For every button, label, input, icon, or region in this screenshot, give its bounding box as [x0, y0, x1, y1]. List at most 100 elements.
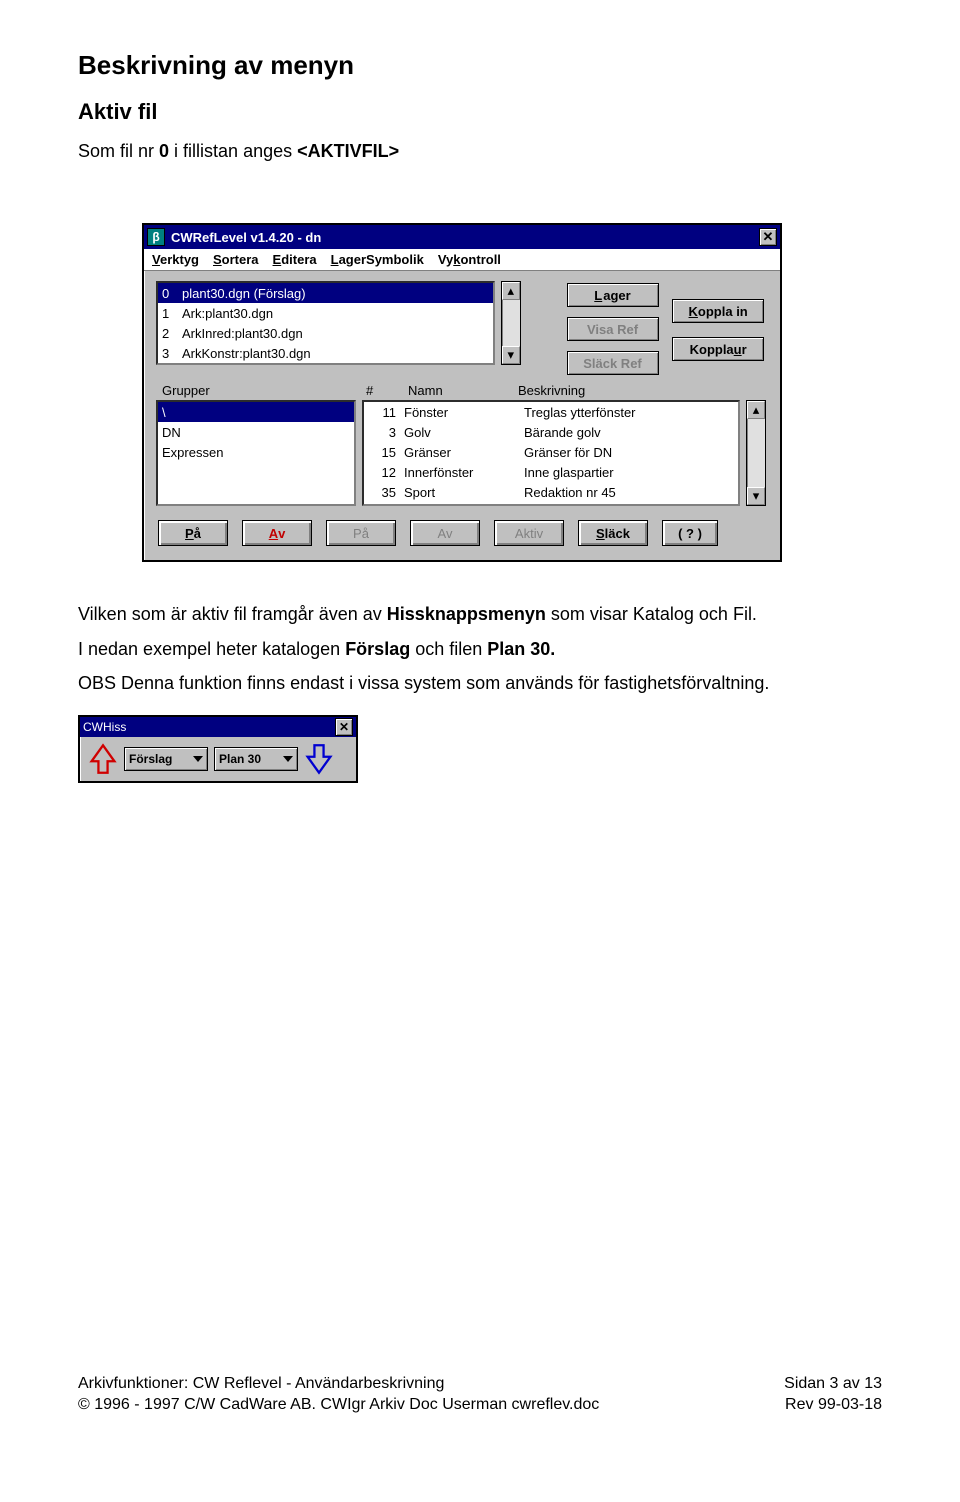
footer-rev: Rev 99-03-18 [784, 1394, 882, 1416]
menubar: Verktyg Sortera Editera LagerSymbolik Vy… [144, 249, 780, 271]
detail-desc: Treglas ytterfönster [524, 405, 734, 420]
page-footer: Arkivfunktioner: CW Reflevel - Användarb… [78, 1373, 882, 1416]
file-name: plant30.dgn (Förslag) [182, 286, 306, 301]
chevron-down-icon [193, 756, 203, 762]
close-button[interactable]: ✕ [759, 228, 777, 246]
slack-ref-button[interactable]: Släck Ref [567, 351, 659, 375]
katalog-value: Förslag [129, 752, 187, 766]
detail-num: 12 [368, 465, 404, 480]
av2-button[interactable]: Av [410, 520, 480, 546]
group-row[interactable]: Expressen [158, 442, 354, 462]
file-name: ArkKonstr:plant30.dgn [182, 346, 311, 361]
group-listbox[interactable]: \ DN Expressen [156, 400, 356, 506]
menu-vykontroll[interactable]: Vykontroll [438, 252, 501, 267]
aktiv-button[interactable]: Aktiv [494, 520, 564, 546]
detail-desc: Inne glaspartier [524, 465, 734, 480]
koppla-ur-button[interactable]: Koppla ur [672, 337, 764, 361]
katalog-dropdown[interactable]: Förslag [124, 747, 208, 771]
cwreflevel-dialog: β CWRefLevel v1.4.20 - dn ✕ Verktyg Sort… [142, 223, 782, 562]
av-button[interactable]: Av [242, 520, 312, 546]
text: Vilken som är aktiv fil framgår även av [78, 604, 387, 624]
text: och filen [410, 639, 487, 659]
detail-row[interactable]: 35 Sport Redaktion nr 45 [364, 482, 738, 502]
file-listbox[interactable]: 0 plant30.dgn (Förslag) 1 Ark:plant30.dg… [156, 281, 495, 365]
file-list-scrollbar[interactable]: ▴ ▾ [501, 281, 521, 365]
scroll-down-icon[interactable]: ▾ [747, 487, 765, 505]
slack-button[interactable]: Släck [578, 520, 648, 546]
menu-verktyg[interactable]: Verktyg [152, 252, 199, 267]
para-hissknapp: Vilken som är aktiv fil framgår även av … [78, 602, 882, 626]
menu-lagersymbolik[interactable]: LagerSymbolik [331, 252, 424, 267]
menu-editera[interactable]: Editera [273, 252, 317, 267]
file-name: ArkInred:plant30.dgn [182, 326, 303, 341]
detail-row[interactable]: 12 Innerfönster Inne glaspartier [364, 462, 738, 482]
scroll-down-icon[interactable]: ▾ [502, 346, 520, 364]
detail-desc: Gränser för DN [524, 445, 734, 460]
file-row[interactable]: 2 ArkInred:plant30.dgn [158, 323, 493, 343]
para-exempel: I nedan exempel heter katalogen Förslag … [78, 637, 882, 661]
text: som visar Katalog och Fil. [546, 604, 757, 624]
file-row[interactable]: 3 ArkKonstr:plant30.dgn [158, 343, 493, 363]
para-obs: OBS Denna funktion finns endast i vissa … [78, 671, 882, 695]
fil-dropdown[interactable]: Plan 30 [214, 747, 298, 771]
text-bold: 0 [159, 141, 169, 161]
column-headers: Grupper # Namn Beskrivning [156, 383, 768, 398]
text-bold: Förslag [345, 639, 410, 659]
detail-scrollbar[interactable]: ▴ ▾ [746, 400, 766, 506]
col-grupper: Grupper [156, 383, 366, 398]
scroll-up-icon[interactable]: ▴ [747, 401, 765, 419]
file-index: 1 [162, 306, 182, 321]
visa-ref-button[interactable]: Visa Ref [567, 317, 659, 341]
label: ( ? ) [678, 526, 702, 541]
scroll-up-icon[interactable]: ▴ [502, 282, 520, 300]
menu-sortera[interactable]: Sortera [213, 252, 259, 267]
lager-button[interactable]: Lager [567, 283, 659, 307]
detail-name: Innerfönster [404, 465, 524, 480]
group-row[interactable]: \ [158, 402, 354, 422]
help-button[interactable]: ( ? ) [662, 520, 718, 546]
system-menu-icon[interactable]: β [147, 228, 165, 246]
file-index: 0 [162, 286, 182, 301]
hiss-titlebar: CWHiss ✕ [80, 717, 356, 737]
arrow-up-icon[interactable] [88, 743, 118, 775]
koppla-in-button[interactable]: Koppla in [672, 299, 764, 323]
detail-listbox[interactable]: 11 Fönster Treglas ytterfönster 3 Golv B… [362, 400, 740, 506]
file-index: 3 [162, 346, 182, 361]
scroll-track[interactable] [747, 419, 765, 487]
close-button[interactable]: ✕ [335, 718, 353, 736]
group-name: \ [162, 405, 166, 420]
group-name: DN [162, 425, 181, 440]
hiss-title: CWHiss [83, 720, 335, 734]
footer-line-1: Arkivfunktioner: CW Reflevel - Användarb… [78, 1373, 599, 1395]
label: Visa Ref [587, 322, 638, 337]
detail-desc: Redaktion nr 45 [524, 485, 734, 500]
text-bold: Plan 30. [487, 639, 555, 659]
label: På [353, 526, 369, 541]
intro-text: Som fil nr 0 i fillistan anges <AKTIVFIL… [78, 139, 882, 163]
file-name: Ark:plant30.dgn [182, 306, 273, 321]
pa2-button[interactable]: På [326, 520, 396, 546]
scroll-track[interactable] [502, 300, 520, 346]
detail-row[interactable]: 11 Fönster Treglas ytterfönster [364, 402, 738, 422]
file-row[interactable]: 1 Ark:plant30.dgn [158, 303, 493, 323]
footer-line-2: © 1996 - 1997 C/W CadWare AB. CWIgr Arki… [78, 1394, 599, 1416]
pa-button[interactable]: På [158, 520, 228, 546]
label: Släck Ref [583, 356, 642, 371]
detail-num: 15 [368, 445, 404, 460]
detail-row[interactable]: 15 Gränser Gränser för DN [364, 442, 738, 462]
col-namn: Namn [408, 383, 518, 398]
group-name: Expressen [162, 445, 223, 460]
fil-value: Plan 30 [219, 752, 277, 766]
arrow-down-icon[interactable] [304, 743, 334, 775]
detail-num: 35 [368, 485, 404, 500]
group-row[interactable]: DN [158, 422, 354, 442]
text-bold: <AKTIVFIL> [297, 141, 399, 161]
section-heading: Aktiv fil [78, 99, 882, 125]
detail-row[interactable]: 3 Golv Bärande golv [364, 422, 738, 442]
col-num: # [366, 383, 408, 398]
detail-num: 3 [368, 425, 404, 440]
detail-name: Gränser [404, 445, 524, 460]
detail-desc: Bärande golv [524, 425, 734, 440]
label: Aktiv [515, 526, 543, 541]
file-row[interactable]: 0 plant30.dgn (Förslag) [158, 283, 493, 303]
